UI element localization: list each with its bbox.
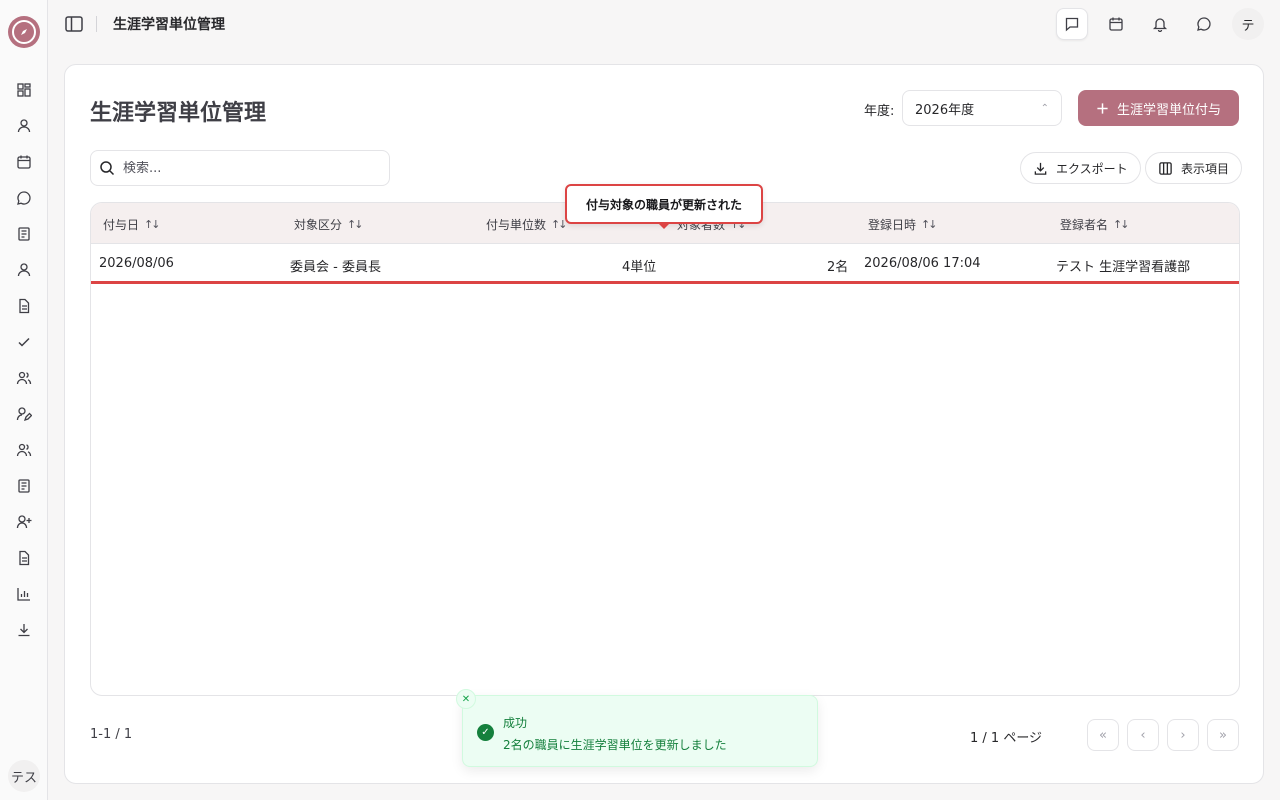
search-input[interactable] [123, 160, 373, 176]
download-icon[interactable] [14, 620, 34, 640]
column-header-registered-at[interactable]: 登録日時 ↑↓ [868, 216, 938, 233]
result-range: 1-1 / 1 [90, 727, 133, 742]
document-icon[interactable] [14, 296, 34, 316]
search-box[interactable] [90, 150, 390, 186]
credits-table: 付与日 ↑↓ 対象区分 ↑↓ 付与単位数 ↑↓ 対象者数 ↑↓ 登録日時 ↑↓ 登録者名 ↑… [90, 202, 1240, 696]
cell-date: 2026/08/06 [99, 256, 174, 271]
chevrons-right-icon: » [1219, 727, 1227, 743]
search-icon [100, 161, 115, 176]
sidebar: テス [0, 0, 48, 800]
header-title: 生涯学習単位管理 [113, 17, 225, 33]
user-plus-icon[interactable] [14, 512, 34, 532]
app-logo[interactable] [8, 16, 40, 48]
calendar-icon[interactable] [14, 152, 34, 172]
page-title: 生涯学習単位管理 [90, 101, 267, 126]
columns-button-label: 表示項目 [1181, 161, 1230, 176]
header-avatar[interactable]: テ [1232, 8, 1264, 40]
annotation-tooltip: 付与対象の職員が更新された [565, 184, 763, 224]
year-select-value: 2026年度 [915, 102, 975, 118]
header-divider [96, 16, 97, 32]
chat-icon [1197, 17, 1211, 31]
export-button-label: エクスポート [1056, 161, 1128, 176]
year-label: 年度: [864, 104, 895, 119]
top-header: 生涯学習単位管理 テ [48, 0, 1280, 48]
add-credit-button[interactable]: 生涯学習単位付与 [1078, 90, 1239, 126]
user-icon[interactable] [14, 116, 34, 136]
message-square-icon [1065, 17, 1079, 32]
chevron-left-icon: ‹ [1140, 727, 1146, 743]
cell-units: 4単位 [622, 260, 657, 275]
columns-icon [1159, 161, 1172, 175]
download-icon [1034, 162, 1047, 175]
year-select[interactable]: 2026年度 ⌃ [902, 90, 1062, 126]
next-page-button[interactable]: › [1167, 719, 1199, 751]
toast-title: 成功 [503, 716, 528, 730]
close-icon[interactable]: ✕ [456, 689, 476, 709]
cell-registrant: テスト 生涯学習看護部 [1056, 260, 1191, 275]
first-page-button[interactable]: « [1087, 719, 1119, 751]
column-header-units[interactable]: 付与単位数 ↑↓ [486, 216, 568, 233]
calendar-button[interactable] [1100, 8, 1132, 40]
cell-count: 2名 [827, 260, 849, 275]
toast-message: 2名の職員に生涯学習単位を更新しました [503, 738, 727, 752]
check-icon[interactable] [14, 332, 34, 352]
users-icon[interactable] [14, 440, 34, 460]
main-card: 生涯学習単位管理 年度: 2026年度 ⌃ 生涯学習単位付与 エクスポート 表示… [64, 64, 1264, 784]
sort-icon: ↑↓ [551, 218, 568, 231]
bell-icon [1152, 18, 1168, 32]
cell-category: 委員会 - 委員長 [290, 260, 381, 275]
document-icon[interactable] [14, 548, 34, 568]
sort-icon: ↑↓ [144, 218, 161, 231]
users-icon[interactable] [14, 368, 34, 388]
dashboard-icon[interactable] [14, 80, 34, 100]
sidebar-toggle-icon [65, 16, 83, 32]
column-header-date[interactable]: 付与日 ↑↓ [103, 216, 161, 233]
calendar-icon [1109, 17, 1123, 31]
feedback-button[interactable] [1056, 8, 1088, 40]
export-button[interactable]: エクスポート [1020, 152, 1141, 184]
user-icon[interactable] [14, 260, 34, 280]
success-toast: ✕ ✓ 成功 2名の職員に生涯学習単位を更新しました [456, 689, 818, 767]
user-edit-icon[interactable] [14, 404, 34, 424]
column-header-category[interactable]: 対象区分 ↑↓ [294, 216, 364, 233]
tooltip-arrow [657, 222, 671, 229]
sidebar-toggle-button[interactable] [62, 12, 86, 36]
add-credit-button-label: 生涯学習単位付与 [1116, 102, 1221, 118]
book-icon[interactable] [14, 224, 34, 244]
sort-icon: ↑↓ [347, 218, 364, 231]
table-row[interactable]: 2026/08/06 委員会 - 委員長 4単位 2名 2026/08/06 1… [91, 244, 1239, 284]
chat-button[interactable] [1188, 8, 1220, 40]
chart-icon[interactable] [14, 584, 34, 604]
sort-icon: ↑↓ [921, 218, 938, 231]
columns-button[interactable]: 表示項目 [1145, 152, 1243, 184]
chat-icon[interactable] [14, 188, 34, 208]
prev-page-button[interactable]: ‹ [1127, 719, 1159, 751]
sort-icon: ↑↓ [1113, 218, 1130, 231]
chevron-up-down-icon: ⌃ [1040, 102, 1049, 114]
book-icon[interactable] [14, 476, 34, 496]
check-circle-icon: ✓ [477, 724, 494, 741]
page-info: 1 / 1 ページ [970, 731, 1043, 746]
plus-icon [1097, 102, 1108, 114]
last-page-button[interactable]: » [1207, 719, 1239, 751]
chevron-right-icon: › [1180, 727, 1186, 743]
chevrons-left-icon: « [1099, 727, 1107, 743]
column-header-registrant[interactable]: 登録者名 ↑↓ [1060, 216, 1130, 233]
compass-icon [12, 20, 36, 44]
cell-registered-at: 2026/08/06 17:04 [864, 256, 981, 271]
user-avatar[interactable]: テス [8, 760, 40, 792]
notifications-button[interactable] [1144, 8, 1176, 40]
